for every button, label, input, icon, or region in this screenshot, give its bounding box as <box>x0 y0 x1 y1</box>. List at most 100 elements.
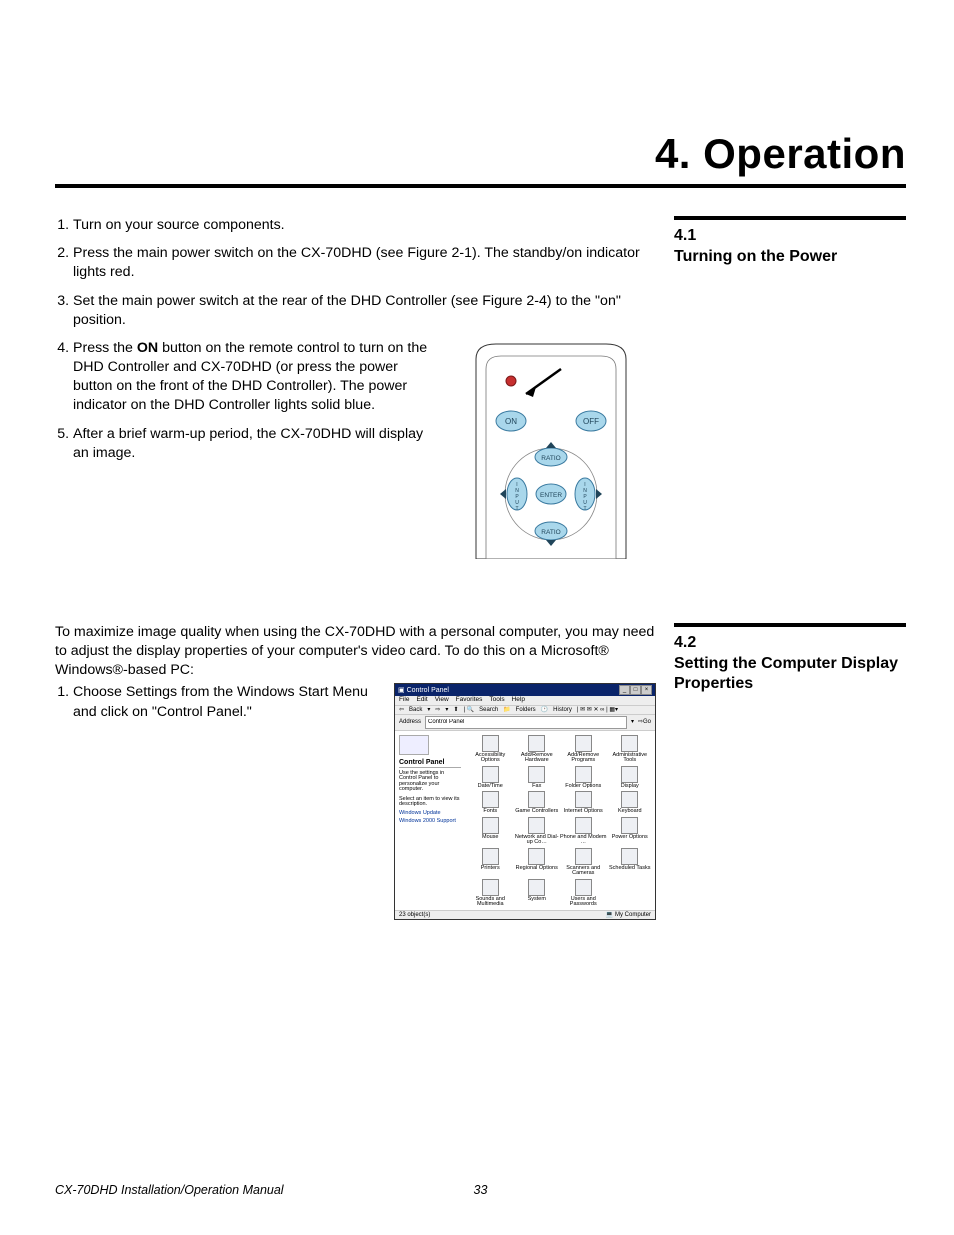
cp-item-icon <box>528 817 545 834</box>
cp-item-label: Users and Passwords <box>560 897 607 908</box>
step-41-2: Press the main power switch on the CX-70… <box>73 244 656 282</box>
cp-item-label: Phone and Modem … <box>560 835 607 846</box>
section-41-num: 4.1 <box>674 226 906 247</box>
menu-edit[interactable]: Edit <box>416 697 427 704</box>
section-42-rule <box>674 623 906 627</box>
toolbar-folders[interactable]: Folders <box>516 707 536 713</box>
menu-help[interactable]: Help <box>512 697 525 704</box>
cp-side-title: Control Panel <box>399 759 461 768</box>
cp-item-label: Scheduled Tasks <box>607 866 654 872</box>
cp-item-label: Fax <box>514 784 561 790</box>
remote-on-button: ON <box>505 417 517 426</box>
cp-item[interactable]: Accessibility Options <box>467 735 514 764</box>
cp-item-label: Regional Options <box>514 866 561 872</box>
cp-item[interactable]: Folder Options <box>560 766 607 790</box>
back-icon[interactable]: ⇦ <box>399 707 404 713</box>
menu-favorites[interactable]: Favorites <box>456 697 483 704</box>
cp-item-label: Mouse <box>467 835 514 841</box>
menu-tools[interactable]: Tools <box>489 697 504 704</box>
section-42-title: Setting the Computer Display Properties <box>674 654 906 696</box>
remote-enter: ENTER <box>540 492 562 499</box>
cp-item[interactable]: Mouse <box>467 817 514 846</box>
cp-item[interactable]: Phone and Modem … <box>560 817 607 846</box>
cp-item[interactable]: Regional Options <box>514 848 561 877</box>
cp-item-icon <box>621 817 638 834</box>
cp-item-label: Fonts <box>467 809 514 815</box>
go-button[interactable]: ⇨Go <box>638 719 651 725</box>
chapter-rule <box>55 184 906 188</box>
cp-item[interactable]: Display <box>607 766 654 790</box>
menu-file[interactable]: File <box>399 697 409 704</box>
cp-item[interactable]: Power Options <box>607 817 654 846</box>
cp-item[interactable]: Scheduled Tasks <box>607 848 654 877</box>
cp-item-label: Folder Options <box>560 784 607 790</box>
step4-prefix: Press the <box>73 340 137 356</box>
cp-title-text: Control Panel <box>407 687 449 694</box>
cp-item-icon <box>528 848 545 865</box>
remote-ratio-bottom: RATIO <box>541 529 560 536</box>
cp-item[interactable]: Game Controllers <box>514 791 561 815</box>
cp-item[interactable]: Add/Remove Hardware <box>514 735 561 764</box>
cp-icon-grid: Accessibility OptionsAdd/Remove Hardware… <box>465 731 655 910</box>
cp-item[interactable]: Administrative Tools <box>607 735 654 764</box>
address-input[interactable] <box>425 716 627 729</box>
menu-view[interactable]: View <box>435 697 449 704</box>
cp-addressbar: Address ▾ ⇨Go <box>395 715 655 731</box>
control-panel-window: ▣ Control Panel _ □ × File Edit View Fav <box>394 683 656 920</box>
svg-text:T: T <box>515 506 518 512</box>
cp-item-icon <box>621 848 638 865</box>
step4-on-bold: ON <box>137 340 158 356</box>
cp-item[interactable]: Date/Time <box>467 766 514 790</box>
step-41-3: Set the main power switch at the rear of… <box>73 292 656 330</box>
cp-item-icon <box>482 848 499 865</box>
cp-item[interactable]: Network and Dial-up Co… <box>514 817 561 846</box>
up-icon[interactable]: ⬆ <box>453 707 458 713</box>
cp-item-icon <box>621 735 638 752</box>
cp-item[interactable]: Sounds and Multimedia <box>467 879 514 908</box>
toolbar-history[interactable]: History <box>553 707 572 713</box>
cp-item[interactable]: Add/Remove Programs <box>560 735 607 764</box>
close-icon[interactable]: × <box>641 685 652 695</box>
toolbar-search[interactable]: Search <box>479 707 498 713</box>
cp-item[interactable]: System <box>514 879 561 908</box>
section-41-rule <box>674 216 906 220</box>
cp-item-icon <box>482 766 499 783</box>
cp-item[interactable]: Fax <box>514 766 561 790</box>
forward-icon[interactable]: ⇨ <box>435 707 440 713</box>
cp-item-icon <box>528 735 545 752</box>
maximize-icon[interactable]: □ <box>630 685 641 695</box>
cp-item[interactable]: Fonts <box>467 791 514 815</box>
cp-item[interactable]: Scanners and Cameras <box>560 848 607 877</box>
cp-item[interactable]: Printers <box>467 848 514 877</box>
step-41-5: After a brief warm-up period, the CX-70D… <box>73 425 430 463</box>
cp-statusbar: 23 object(s) 💻 My Computer <box>395 910 655 919</box>
cp-item-icon <box>528 766 545 783</box>
remote-ratio-top: RATIO <box>541 455 560 462</box>
cp-item-label: Game Controllers <box>514 809 561 815</box>
cp-item[interactable]: Keyboard <box>607 791 654 815</box>
cp-item[interactable]: Internet Options <box>560 791 607 815</box>
cp-item-icon <box>528 879 545 896</box>
cp-item-icon <box>575 817 592 834</box>
link-win2000-support[interactable]: Windows 2000 Support <box>399 819 461 825</box>
cp-item-label: Power Options <box>607 835 654 841</box>
cp-item-label: Add/Remove Hardware <box>514 753 561 764</box>
cp-side-icon <box>399 735 429 755</box>
cp-item-icon <box>482 791 499 808</box>
cp-item-icon <box>482 735 499 752</box>
cp-item-label: Network and Dial-up Co… <box>514 835 561 846</box>
step-41-1: Turn on your source components. <box>73 216 656 235</box>
address-label: Address <box>399 719 421 725</box>
cp-side-select: Select an item to view its description. <box>399 797 461 808</box>
cp-sidebar: Control Panel Use the settings in Contro… <box>395 731 465 910</box>
minimize-icon[interactable]: _ <box>619 685 630 695</box>
cp-item[interactable]: Users and Passwords <box>560 879 607 908</box>
cp-item-icon <box>621 791 638 808</box>
cp-titlebar: ▣ Control Panel _ □ × <box>395 684 655 696</box>
cp-item-label: Date/Time <box>467 784 514 790</box>
cp-item-label: Internet Options <box>560 809 607 815</box>
cp-item-icon <box>575 879 592 896</box>
link-windows-update[interactable]: Windows Update <box>399 811 461 817</box>
cp-item-icon <box>482 879 499 896</box>
toolbar-back[interactable]: Back <box>409 707 422 713</box>
